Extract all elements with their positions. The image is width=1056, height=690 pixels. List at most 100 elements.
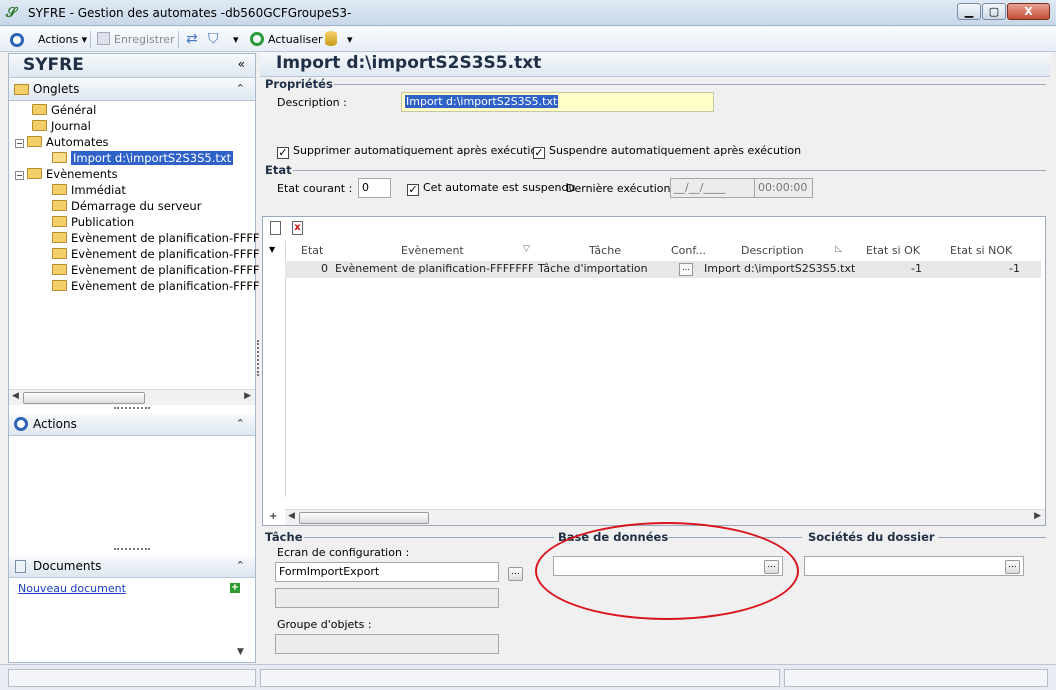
tree-node-automate-import[interactable]: Import d:\importS2S3S5.txt <box>15 150 253 166</box>
folder-icon <box>32 104 47 115</box>
column-header-event[interactable]: Evènement <box>401 244 464 260</box>
save-button[interactable]: Enregistrer <box>97 31 175 48</box>
delete-after-checkbox[interactable]: ✓ Supprimer automatiquement après exécuti… <box>277 144 544 159</box>
folder-icon <box>52 280 67 291</box>
document-icon <box>15 560 26 573</box>
description-input[interactable]: Import d:\importS2S3S5.txt <box>401 92 714 112</box>
tree-node-journal[interactable]: Journal <box>15 118 253 134</box>
add-row-icon[interactable] <box>270 221 281 235</box>
section-divider <box>304 537 554 538</box>
database-dropdown-icon[interactable]: ▾ <box>347 31 353 48</box>
add-document-icon[interactable]: + <box>230 583 240 593</box>
splitter-grip[interactable] <box>114 548 150 551</box>
vertical-splitter-grip[interactable] <box>257 340 259 376</box>
folder-icon <box>27 136 42 147</box>
column-header-etat[interactable]: Etat <box>301 244 323 260</box>
splitter-grip[interactable] <box>114 407 150 410</box>
tree-node-event[interactable]: Evènement de planification-FFFFI <box>15 278 263 294</box>
status-cell <box>784 669 1048 687</box>
actions-panel-header[interactable]: Actions ⌃ <box>9 414 255 436</box>
suspended-checkbox[interactable]: ✓ Cet automate est suspendu <box>407 181 575 196</box>
folder-icon <box>52 232 67 243</box>
actions-menu-button[interactable]: Actions ▾ <box>38 31 87 48</box>
refresh-button[interactable]: Actualiser <box>250 31 323 48</box>
scroll-left-icon[interactable]: ◀ <box>12 391 19 401</box>
tree-node-label: Publication <box>71 215 135 229</box>
tree-node-general[interactable]: Général <box>15 102 253 118</box>
section-divider <box>293 170 1046 171</box>
scroll-down-icon[interactable]: ▼ <box>237 647 244 657</box>
tree-node-event[interactable]: Publication <box>15 214 253 230</box>
toolbar-separator <box>90 31 91 48</box>
delete-row-icon[interactable]: x <box>292 221 303 235</box>
tree-node-label: Général <box>51 103 97 117</box>
tree-node-event[interactable]: Démarrage du serveur <box>15 198 253 214</box>
documents-panel-title: Documents <box>33 559 102 573</box>
new-document-link[interactable]: Nouveau document <box>18 582 126 595</box>
collapse-chevron-icon[interactable]: ⌃ <box>236 559 245 572</box>
tree-node-label: Journal <box>51 119 91 133</box>
column-header-task[interactable]: Tâche <box>589 244 621 260</box>
app-name: SYFRE <box>23 55 84 75</box>
window-title: SYFRE - Gestion des automates -db560GCFG… <box>28 6 352 20</box>
collapse-node-icon[interactable]: − <box>15 139 24 148</box>
database-icon[interactable] <box>325 31 337 48</box>
close-button[interactable]: X <box>1007 3 1050 20</box>
tree-node-event[interactable]: Immédiat <box>15 182 253 198</box>
config-screen-input[interactable]: FormImportExport <box>275 562 499 582</box>
tree-node-label: Automates <box>46 135 109 149</box>
scrollbar-thumb[interactable] <box>299 512 429 524</box>
folder-icon <box>52 248 67 259</box>
tree-node-automates[interactable]: − Automates <box>15 134 253 150</box>
scrollbar-thumb[interactable] <box>23 392 145 404</box>
column-header-conf[interactable]: Conf... <box>671 244 706 260</box>
tree-node-event[interactable]: Evènement de planification-FFFFI <box>15 246 263 262</box>
tree-horizontal-scrollbar[interactable]: ◀ ▶ <box>9 389 255 405</box>
column-header-state-nok[interactable]: Etat si NOK <box>950 244 1012 260</box>
cell-conf-button[interactable]: ... <box>679 263 693 276</box>
collapse-chevron-icon[interactable]: ⌃ <box>236 417 245 430</box>
suspend-after-checkbox[interactable]: ✓ Suspendre automatiquement après exécuti… <box>533 144 801 159</box>
collapse-chevron-icon[interactable]: ⌃ <box>236 82 245 95</box>
folder-icon <box>52 264 67 275</box>
collapse-sidebar-icon[interactable]: « <box>238 57 245 71</box>
description-value: Import d:\importS2S3S5.txt <box>405 95 559 108</box>
actions-icon[interactable] <box>10 31 24 48</box>
tree-node-label: Evènement de planification-FFFFI <box>71 263 263 277</box>
tree-node-event[interactable]: Evènement de planification-FFFFI <box>15 230 263 246</box>
sidebar-header: SYFRE « <box>9 54 255 78</box>
save-label: Enregistrer <box>114 33 175 46</box>
tree-node-label: Evènement de planification-FFFFI <box>71 231 263 245</box>
tree-node-label: Import d:\importS2S3S5.txt <box>71 151 234 165</box>
folder-icon <box>14 84 29 95</box>
collapse-node-icon[interactable]: − <box>15 171 24 180</box>
grid-expand-icon[interactable]: + <box>269 511 277 522</box>
minimize-button[interactable]: ▁ <box>957 3 981 20</box>
task-section-title: Tâche <box>265 530 303 544</box>
column-header-description[interactable]: Description <box>741 244 804 260</box>
scroll-right-icon[interactable]: ▶ <box>244 391 251 401</box>
save-icon <box>97 32 110 45</box>
filter-dropdown-icon[interactable]: ▾ <box>233 31 239 48</box>
tree-node-label: Evènement de planification-FFFFI <box>71 247 263 261</box>
documents-panel-header[interactable]: Documents ⌃ <box>9 556 255 578</box>
column-header-state-ok[interactable]: Etat si OK <box>866 244 920 260</box>
tree-node-event[interactable]: Evènement de planification-FFFFI <box>15 262 263 278</box>
toolbar: Actions ▾ Enregistrer ⇄ ⛉ ▾ Actualiser ▾ <box>0 27 1056 52</box>
task-grid: x ▼ Etat Evènement ▽ Tâche Conf... Descr… <box>262 216 1046 526</box>
tree-node-label: Immédiat <box>71 183 126 197</box>
companies-browse-button[interactable]: ... <box>1005 560 1020 574</box>
actions-menu-label: Actions <box>38 33 79 46</box>
maximize-button[interactable]: ▢ <box>982 3 1006 20</box>
scroll-left-icon[interactable]: ◀ <box>288 511 295 521</box>
scroll-right-icon[interactable]: ▶ <box>1034 511 1041 521</box>
current-state-input[interactable]: 0 <box>358 178 391 198</box>
section-divider <box>334 84 1046 85</box>
companies-input[interactable] <box>804 556 1024 576</box>
tabs-panel-header[interactable]: Onglets ⌃ <box>9 79 255 101</box>
filter-icon[interactable]: ⛉ <box>208 31 219 48</box>
tree-node-events[interactable]: − Evènements <box>15 166 253 182</box>
config-screen-browse-button[interactable]: ... <box>508 567 523 581</box>
sync-icon[interactable]: ⇄ <box>186 31 198 48</box>
row-expander-icon[interactable]: ▼ <box>269 245 275 254</box>
